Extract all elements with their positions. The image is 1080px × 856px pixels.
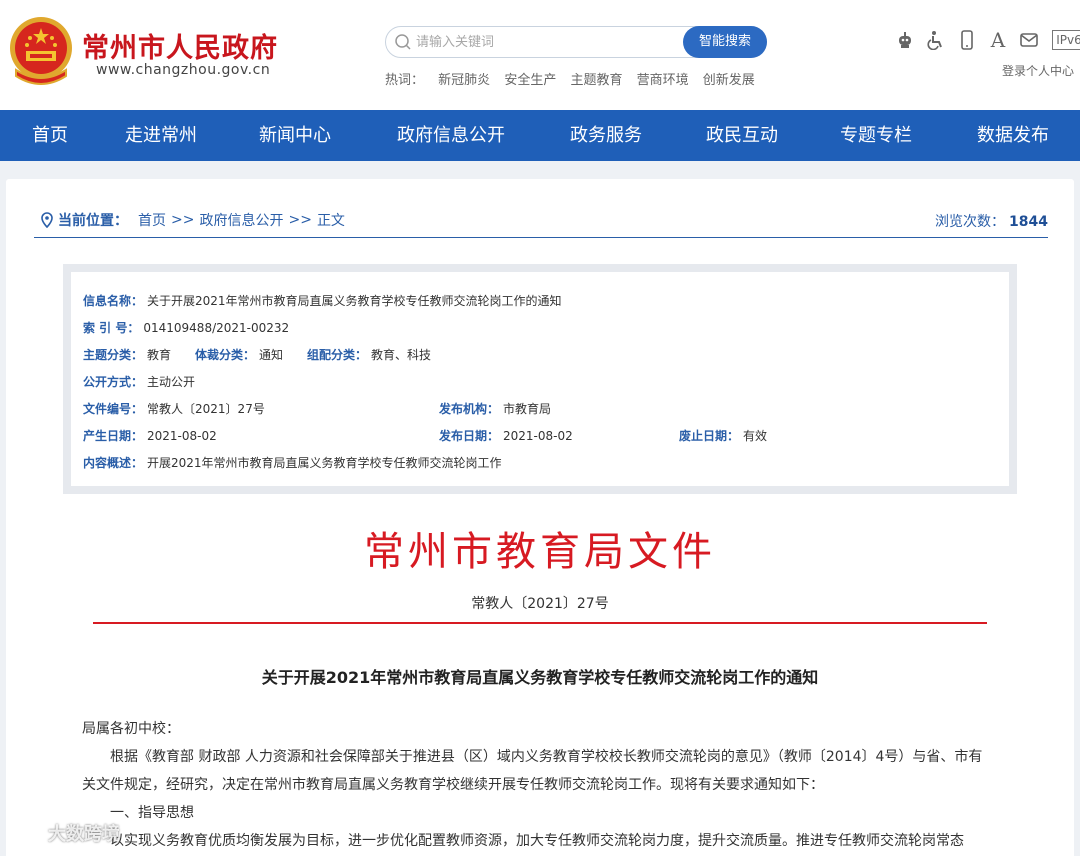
hot-word-link[interactable]: 主题教育 <box>570 73 622 88</box>
breadcrumb-item-current: 正文 <box>316 213 345 229</box>
section-heading: 一、指导思想 <box>110 805 194 821</box>
breadcrumb-separator: >> <box>171 212 195 228</box>
accessibility-icon[interactable] <box>924 28 948 52</box>
document-number: 常教人〔2021〕27号 <box>471 596 609 612</box>
nav-item-data[interactable]: 数据发布 <box>946 110 1080 161</box>
meta-info-name: 信息名称： 关于开展2021年常州市教育局直属义务教育学校专任教师交流轮岗工作的通… <box>83 294 562 308</box>
meta-created-date: 产生日期： 2021-08-02 <box>83 429 217 443</box>
breadcrumb-item-gov-info[interactable]: 政府信息公开 <box>199 210 283 230</box>
national-emblem-icon[interactable] <box>8 14 74 88</box>
view-count-label: 浏览次数： <box>935 214 1006 230</box>
watermark: 大数跨境 <box>8 820 120 846</box>
meta-topic: 主题分类： 教育 <box>83 348 172 362</box>
hot-word-link[interactable]: 安全生产 <box>504 73 556 88</box>
search-input[interactable] <box>416 32 676 52</box>
meta-expiry-date: 废止日期： 有效 <box>679 429 768 443</box>
ipv6-badge[interactable]: IPv6 <box>1052 30 1080 50</box>
site-title[interactable]: 常州市人民政府 <box>82 26 278 65</box>
document-title: 关于开展2021年常州市教育局直属义务教育学校专任教师交流轮岗工作的通知 <box>261 668 819 687</box>
nav-item-home[interactable]: 首页 <box>0 110 100 161</box>
nav-item-services[interactable]: 政务服务 <box>534 110 678 161</box>
smart-search-button[interactable]: 智能搜索 <box>683 26 767 58</box>
document-heading: 常州市教育局文件 <box>364 529 716 575</box>
breadcrumb-divider <box>34 237 1048 238</box>
hot-words-label: 热词： <box>385 73 425 88</box>
nav-item-topics[interactable]: 专题专栏 <box>806 110 946 161</box>
nav-item-about[interactable]: 走进常州 <box>100 110 222 161</box>
meta-open-mode: 公开方式： 主动公开 <box>83 375 196 389</box>
view-count: 浏览次数： 1844 <box>935 211 1048 231</box>
document-metadata: 信息名称： 关于开展2021年常州市教育局直属义务教育学校专任教师交流轮岗工作的通… <box>63 264 1017 494</box>
breadcrumb-separator: >> <box>288 212 312 228</box>
login-link[interactable]: 登录个人中心 <box>1002 62 1074 79</box>
view-count-value: 1844 <box>1009 214 1048 230</box>
nav-item-interaction[interactable]: 政民互动 <box>678 110 806 161</box>
meta-genre: 体裁分类： 通知 <box>195 348 284 362</box>
meta-org-category: 组配分类： 教育、科技 <box>307 348 432 362</box>
metadata-table: 信息名称： 关于开展2021年常州市教育局直属义务教育学校专任教师交流轮岗工作的通… <box>71 272 1009 486</box>
search-icon <box>395 34 411 50</box>
hot-word-link[interactable]: 营商环境 <box>637 73 689 88</box>
breadcrumb: 当前位置： 首页 >> 政府信息公开 >> 正文 <box>40 210 345 230</box>
document-red-line <box>93 622 987 624</box>
mobile-icon[interactable] <box>955 28 979 52</box>
hot-words: 热词： 新冠肺炎 安全生产 主题教育 营商环境 创新发展 <box>385 69 765 88</box>
paragraph: 以实现义务教育优质均衡发展为目标，进一步优化配置教师资源，加大专任教师交流轮岗力… <box>110 833 964 849</box>
hot-word-link[interactable]: 创新发展 <box>703 73 755 88</box>
paragraph: 根据《教育部 财政部 人力资源和社会保障部关于推进县（区）域内义务教育学校校长教… <box>82 749 983 793</box>
meta-doc-no: 文件编号： 常教人〔2021〕27号 <box>83 402 265 416</box>
main-nav: 首页 走进常州 新闻中心 政府信息公开 政务服务 政民互动 专题专栏 数据发布 <box>0 110 1080 161</box>
nav-item-news[interactable]: 新闻中心 <box>222 110 368 161</box>
font-size-icon[interactable]: A <box>986 28 1010 52</box>
breadcrumb-label: 当前位置： <box>58 213 128 229</box>
watermark-text: 大数跨境 <box>48 824 120 845</box>
hot-word-link[interactable]: 新冠肺炎 <box>438 73 490 88</box>
watermark-logo-icon <box>9 824 37 842</box>
robot-icon[interactable] <box>893 28 917 52</box>
meta-index-no: 索 引 号： 014109488/2021-00232 <box>83 321 290 335</box>
meta-summary: 内容概述： 开展2021年常州市教育局直属义务教育学校专任教师交流轮岗工作 <box>83 456 502 470</box>
site-header: 常州市人民政府 www.changzhou.gov.cn 智能搜索 热词： 新冠… <box>0 0 1080 110</box>
salutation: 局属各初中校： <box>82 721 180 737</box>
meta-publisher: 发布机构： 市教育局 <box>439 402 552 416</box>
breadcrumb-item-home[interactable]: 首页 <box>138 210 166 230</box>
document-body: 局属各初中校： 根据《教育部 财政部 人力资源和社会保障部关于推进县（区）域内义… <box>82 715 992 855</box>
meta-published-date: 发布日期： 2021-08-02 <box>439 429 573 443</box>
header-tools: A IPv6 <box>893 28 1080 52</box>
nav-item-gov-info[interactable]: 政府信息公开 <box>368 110 534 161</box>
site-url[interactable]: www.changzhou.gov.cn <box>96 62 270 78</box>
content-card: 当前位置： 首页 >> 政府信息公开 >> 正文 浏览次数： 1844 信息名称：… <box>6 179 1074 856</box>
search-box: 智能搜索 <box>385 26 767 58</box>
location-pin-icon <box>41 212 53 228</box>
mail-icon[interactable] <box>1017 28 1041 52</box>
